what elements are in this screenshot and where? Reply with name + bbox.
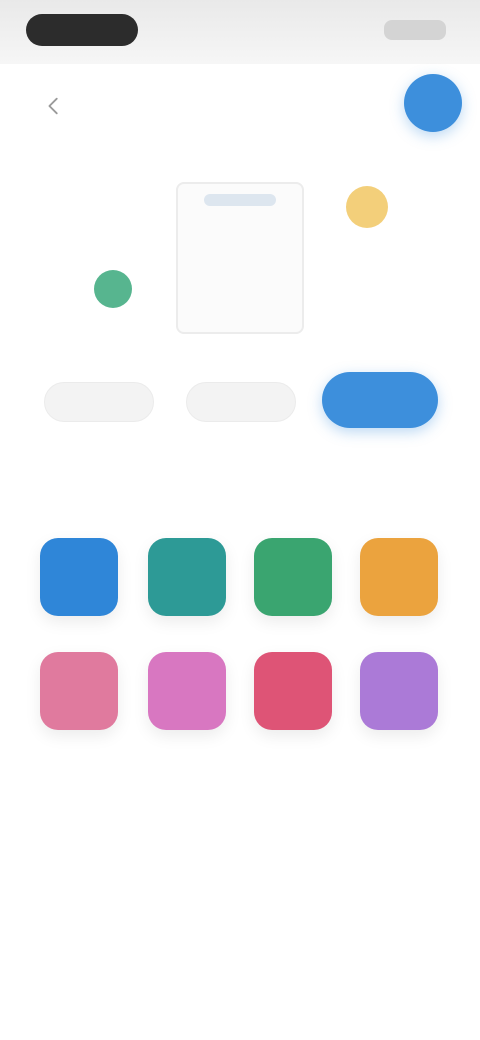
color-tile[interactable] [254,538,332,616]
status-time [26,14,138,46]
chevron-left-icon [48,97,58,115]
color-tile[interactable] [40,652,118,730]
back-button[interactable] [36,88,72,124]
status-bar [0,0,480,64]
yellow-orb[interactable] [346,186,388,228]
avatar[interactable] [404,74,462,132]
action-row [0,372,480,432]
status-indicators [384,20,446,40]
page-title [150,90,330,120]
color-tile[interactable] [360,538,438,616]
preview-card-label [204,194,276,206]
color-tile[interactable] [148,652,226,730]
primary-button[interactable] [322,372,438,428]
header [0,64,480,154]
color-tile[interactable] [360,652,438,730]
green-orb[interactable] [94,270,132,308]
secondary-button-middle[interactable] [186,382,296,422]
color-tile[interactable] [254,652,332,730]
palette-title [160,478,320,502]
preview-card [176,182,304,334]
color-tile[interactable] [40,538,118,616]
color-tile[interactable] [148,538,226,616]
secondary-button-left[interactable] [44,382,154,422]
